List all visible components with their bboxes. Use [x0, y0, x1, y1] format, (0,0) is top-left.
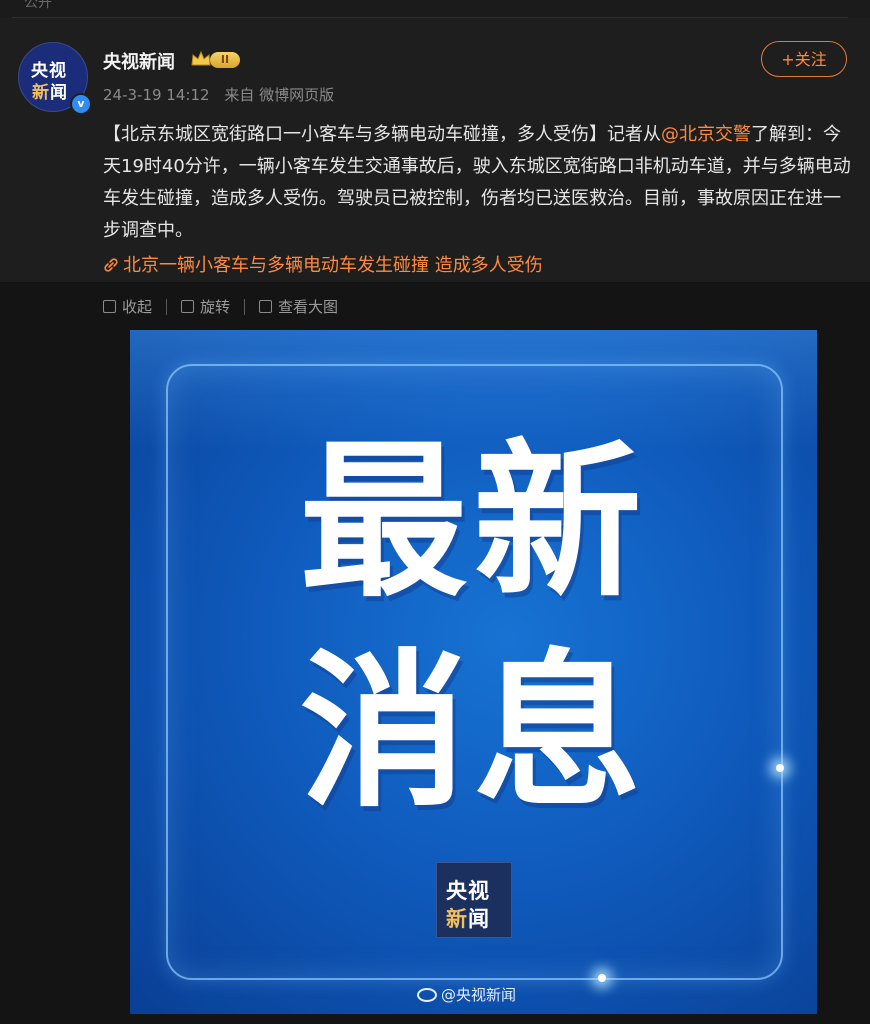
- avatar-text-rest: 闻: [50, 83, 68, 103]
- collapse-label: 收起: [122, 298, 153, 316]
- weibo-icon: [417, 988, 437, 1002]
- rotate-label: 旋转: [200, 298, 231, 316]
- toolbar-separator: [166, 298, 168, 315]
- mention-link[interactable]: @北京交警: [661, 124, 751, 145]
- image-watermark: @央视新闻: [417, 984, 516, 1005]
- post-text-part1: 【北京东城区宽街路口一小客车与多辆电动车碰撞，多人受伤】记者从: [103, 124, 661, 145]
- image-logo-highlight: 新: [446, 907, 468, 931]
- visibility-label: 公开: [24, 0, 52, 11]
- image-toolbar: 收起 旋转 查看大图: [103, 296, 338, 317]
- image-headline-line1: 最新: [299, 424, 648, 620]
- sparkle-decoration: [598, 974, 606, 982]
- watermark-text: @央视新闻: [441, 986, 517, 1004]
- level-badge: II: [210, 52, 240, 68]
- follow-button[interactable]: +关注: [761, 41, 847, 77]
- post-timestamp[interactable]: 24-3-19 14:12: [103, 86, 210, 104]
- view-large-button[interactable]: 查看大图: [259, 296, 338, 317]
- crown-icon: [191, 50, 211, 66]
- post-source: 来自 微博网页版: [224, 86, 335, 104]
- image-logo: 央视 新闻: [436, 862, 512, 938]
- author-name[interactable]: 央视新闻: [103, 48, 175, 74]
- collapse-icon: [103, 300, 116, 313]
- rotate-icon: [181, 300, 195, 313]
- rotate-button[interactable]: 旋转: [181, 296, 230, 317]
- image-logo-rest: 闻: [468, 907, 490, 931]
- post-meta: 24-3-19 14:12 来自 微博网页版: [103, 84, 334, 105]
- avatar-text-highlight: 新: [32, 83, 50, 103]
- view-large-label: 查看大图: [278, 298, 339, 316]
- article-link[interactable]: 北京一辆小客车与多辆电动车发生碰撞 造成多人受伤: [103, 251, 543, 277]
- toolbar-separator: [244, 298, 246, 315]
- verified-icon: v: [70, 93, 92, 115]
- image-headline-line2: 消息: [299, 634, 648, 830]
- top-strip: 公开: [0, 0, 870, 18]
- post-body: 【北京东城区宽街路口一小客车与多辆电动车碰撞，多人受伤】记者从@北京交警了解到：…: [103, 119, 853, 247]
- image-logo-line1: 央视: [446, 879, 490, 903]
- link-icon: [104, 258, 118, 272]
- image-logo-line2: 新闻: [446, 903, 490, 933]
- view-large-icon: [259, 300, 273, 313]
- post-image[interactable]: 最新 消息 央视 新闻 @央视新闻: [130, 330, 817, 1014]
- avatar-text-line2: 新闻: [32, 78, 68, 103]
- collapse-button[interactable]: 收起: [103, 296, 152, 317]
- article-link-text: 北京一辆小客车与多辆电动车发生碰撞 造成多人受伤: [123, 255, 543, 276]
